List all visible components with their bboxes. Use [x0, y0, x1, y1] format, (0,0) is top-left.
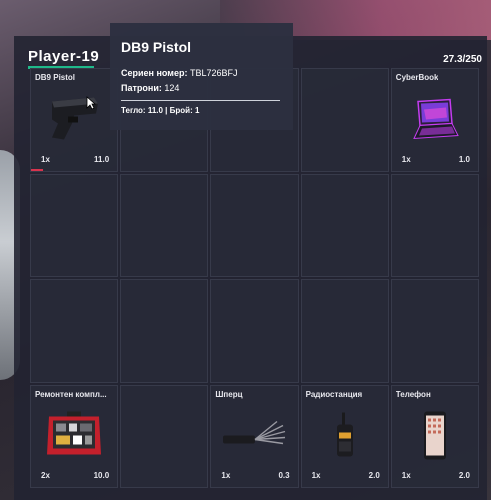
inventory-slot-5[interactable]: CyberBook 1x 1.0: [390, 68, 479, 172]
tooltip-ammo-value: 124: [164, 83, 180, 93]
phone-icon: [421, 410, 449, 467]
slot-weight: 10.0: [93, 471, 110, 480]
slot-item-name: Радиостанция: [305, 389, 363, 399]
inventory-slot-10[interactable]: [390, 173, 479, 277]
slot-quantity: 1x: [221, 471, 231, 480]
slot-quantity: 1x: [311, 471, 321, 480]
radio-icon: [331, 411, 359, 466]
slot-item-name: Шперц: [215, 389, 243, 399]
inventory-slot-7[interactable]: [120, 173, 209, 277]
inventory-slot-17[interactable]: [120, 384, 209, 488]
inventory-slot-1[interactable]: DB9 Pistol 1x 11.0: [30, 68, 119, 172]
slot-item-name: Телефон: [395, 389, 431, 399]
repair-kit-icon: [43, 409, 105, 468]
slot-weight: 2.0: [368, 471, 380, 480]
slot-quantity: 1x: [401, 471, 411, 480]
slot-quantity: 2x: [41, 471, 50, 480]
inventory-slot-16[interactable]: Ремонтен компл... 2x 10.0: [30, 384, 119, 488]
inventory-slot-19[interactable]: Радиостанция 1x 2.0: [300, 384, 389, 488]
inventory-weight: 27.3/250: [443, 54, 482, 65]
slot-item-name: Ремонтен компл...: [35, 389, 107, 399]
slot-weight: 0.3: [278, 471, 290, 480]
player-name: Player-19: [28, 48, 100, 65]
mouse-cursor-icon: [86, 96, 97, 115]
inventory-slot-15[interactable]: [390, 279, 479, 383]
slot-item-name: DB9 Pistol: [35, 73, 76, 82]
tooltip-title: DB9 Pistol: [121, 39, 192, 55]
inventory-slot-4[interactable]: [300, 68, 389, 172]
slot-item-name: CyberBook: [395, 73, 439, 82]
inventory-slot-20[interactable]: Телефон 1x 2.0: [390, 384, 479, 488]
tooltip-serial-value: TBL726BFJ: [189, 68, 238, 78]
slot-quantity: 1x: [401, 154, 411, 164]
slot-weight: 2.0: [458, 471, 470, 480]
durability-bar: [31, 168, 43, 171]
inventory-slot-9[interactable]: [300, 173, 389, 277]
tooltip-divider: [121, 100, 280, 101]
slot-weight: 11.0: [94, 154, 110, 164]
laptop-icon: [410, 97, 460, 146]
tooltip-serial-label: Сериен номер:: [121, 68, 188, 78]
inventory-slot-13[interactable]: [210, 279, 299, 383]
inventory-slot-12[interactable]: [120, 279, 209, 383]
tooltip-ammo-row: Патрони: 124: [121, 83, 179, 93]
inventory-slot-8[interactable]: [210, 173, 299, 277]
inventory-slot-14[interactable]: [300, 279, 389, 383]
item-tooltip: DB9 Pistol Сериен номер: TBL726BFJ Патро…: [110, 23, 293, 130]
tooltip-footer: Тегло: 11.0 | Брой: 1: [121, 106, 200, 115]
slot-quantity: 1x: [41, 154, 50, 164]
slot-weight: 1.0: [458, 154, 470, 164]
tooltip-ammo-label: Патрони:: [121, 83, 162, 93]
inventory-slot-11[interactable]: [30, 279, 119, 383]
lockpick-icon: [219, 418, 289, 459]
inventory-slot-6[interactable]: [30, 173, 119, 277]
inventory-grid: DB9 Pistol 1x 11.0 CyberBook 1x 1.0 Ремо…: [30, 68, 479, 488]
inventory-slot-18[interactable]: Шперц 1x 0.3: [210, 384, 299, 488]
tooltip-serial-row: Сериен номер: TBL726BFJ: [121, 68, 238, 78]
